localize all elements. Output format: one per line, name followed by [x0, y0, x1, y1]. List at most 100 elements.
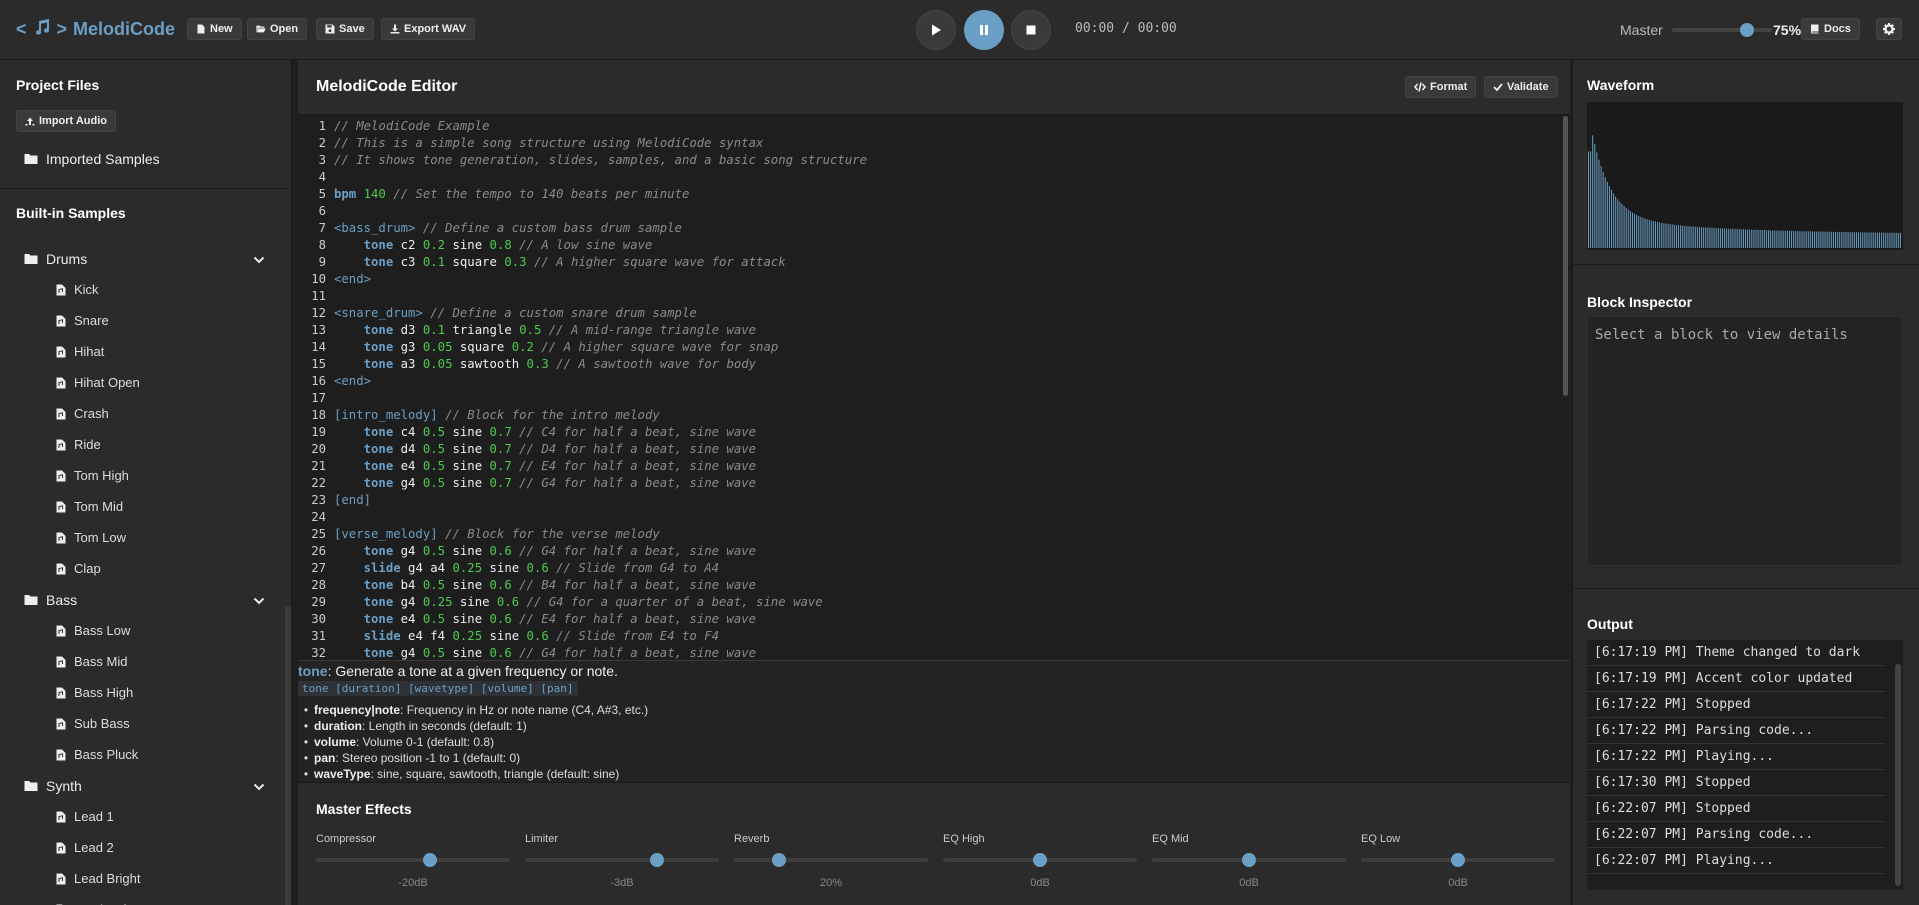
sample-item[interactable]: Ride [56, 437, 101, 452]
effect-slider-handle[interactable] [1033, 853, 1047, 867]
code-line[interactable]: tone e4 0.5 sine 0.7 // E4 for half a be… [334, 458, 756, 475]
code-line[interactable]: tone d3 0.1 triangle 0.5 // A mid-range … [334, 322, 756, 339]
sample-item[interactable]: Snare [56, 313, 109, 328]
validate-button[interactable]: Validate [1484, 76, 1558, 98]
save-button[interactable]: Save [316, 18, 374, 40]
code-line[interactable]: tone g3 0.05 square 0.2 // A higher squa… [334, 339, 779, 356]
code-line[interactable]: [verse_melody] // Block for the verse me… [334, 526, 660, 543]
sample-group-bass[interactable]: Bass [24, 592, 77, 608]
code-line[interactable]: // MelodiCode Example [334, 118, 489, 135]
effect-slider-handle[interactable] [1242, 853, 1256, 867]
code-editor[interactable]: 1 // MelodiCode Example 2 // This is a simp… [298, 118, 1570, 718]
line-number: 21 [311, 459, 326, 473]
sample-item[interactable]: Tom High [56, 468, 129, 483]
waveform-bar [1623, 206, 1625, 248]
code-line[interactable]: tone a3 0.05 sawtooth 0.3 // A sawtooth … [334, 356, 756, 373]
help-param-item: frequency|note: Frequency in Hz or note … [298, 703, 648, 719]
sample-item[interactable]: Bass Mid [56, 654, 127, 669]
effect-slider[interactable] [1152, 853, 1346, 867]
audio-file-icon [56, 532, 66, 543]
master-volume-handle[interactable] [1740, 23, 1754, 37]
line-number: 25 [311, 527, 326, 541]
log-entry: [6:17:19 PM] Accent color updated [1587, 666, 1885, 692]
effect-slider-handle[interactable] [1451, 853, 1465, 867]
editor-scrollbar[interactable] [1563, 116, 1568, 396]
docs-button[interactable]: Docs [1801, 18, 1860, 40]
code-line[interactable]: tone c2 0.2 sine 0.8 // A low sine wave [334, 237, 653, 254]
pause-button[interactable] [964, 10, 1004, 50]
code-line[interactable]: slide g4 a4 0.25 sine 0.6 // Slide from … [334, 560, 719, 577]
sample-item[interactable]: Hihat Open [56, 375, 140, 390]
sample-item[interactable]: Bass High [56, 685, 133, 700]
export-wav-button[interactable]: Export WAV [381, 18, 476, 40]
code-line[interactable]: <end> [334, 271, 371, 288]
code-line[interactable]: // This is a simple song structure using… [334, 135, 763, 152]
effect-slider-handle[interactable] [771, 853, 786, 867]
code-line[interactable]: tone c4 0.5 sine 0.7 // C4 for half a be… [334, 424, 756, 441]
code-line[interactable]: <end> [334, 373, 371, 390]
sample-item[interactable]: Clap [56, 561, 101, 576]
new-button-label: New [210, 23, 233, 35]
chevron-down-icon[interactable] [252, 253, 266, 267]
effect-slider-handle[interactable] [649, 853, 664, 867]
master-volume-slider[interactable] [1672, 23, 1772, 37]
output-scrollbar[interactable] [1895, 664, 1901, 886]
open-button[interactable]: Open [247, 18, 308, 40]
code-line[interactable]: tone e4 0.5 sine 0.6 // E4 for half a be… [334, 611, 756, 628]
format-button[interactable]: Format [1405, 76, 1477, 98]
effect-slider[interactable] [734, 853, 928, 867]
chevron-down-icon[interactable] [252, 594, 266, 608]
code-line[interactable]: tone g4 0.5 sine 0.6 // G4 for half a be… [334, 543, 756, 560]
waveform-bar [1719, 228, 1721, 248]
waveform-bar [1809, 231, 1811, 248]
line-number: 2 [318, 136, 326, 150]
effect-slider[interactable] [316, 853, 510, 867]
effect-slider[interactable] [525, 853, 719, 867]
help-param-name: volume [314, 735, 357, 749]
code-line[interactable]: tone g4 0.5 sine 0.7 // G4 for half a be… [334, 475, 756, 492]
code-line[interactable]: // It shows tone generation, slides, sam… [334, 152, 867, 169]
waveform-bar [1858, 232, 1860, 248]
sample-item[interactable]: Tom Mid [56, 499, 123, 514]
line-number: 4 [318, 170, 326, 184]
effect-slider-handle[interactable] [423, 853, 438, 867]
waveform-bar [1675, 225, 1677, 248]
play-button[interactable] [916, 10, 956, 50]
effect-slider[interactable] [943, 853, 1137, 867]
waveform-bar [1680, 225, 1682, 248]
waveform-bar [1667, 223, 1669, 248]
new-button[interactable]: New [187, 18, 242, 40]
waveform-bar [1772, 230, 1774, 248]
code-line[interactable]: [intro_melody] // Block for the intro me… [334, 407, 660, 424]
sample-item[interactable]: Bass Low [56, 623, 130, 638]
imported-samples-folder[interactable]: Imported Samples [24, 151, 160, 167]
code-line[interactable]: <snare_drum> // Define a custom snare dr… [334, 305, 697, 322]
sample-item[interactable]: Kick [56, 282, 99, 297]
sample-item[interactable]: Lead 1 [56, 809, 114, 824]
sample-item[interactable]: Tom Low [56, 530, 126, 545]
code-line[interactable]: tone g4 0.25 sine 0.6 // G4 for a quarte… [334, 594, 823, 611]
sidebar-scrollbar[interactable] [285, 606, 291, 905]
sample-item[interactable]: Hihat [56, 344, 104, 359]
code-line[interactable]: <bass_drum> // Define a custom bass drum… [334, 220, 682, 237]
code-line[interactable]: [end] [334, 492, 371, 509]
effect-slider[interactable] [1361, 853, 1555, 867]
sample-group-drums[interactable]: Drums [24, 251, 87, 267]
stop-button[interactable] [1011, 10, 1051, 50]
chevron-down-icon[interactable] [252, 780, 266, 794]
code-line[interactable]: bpm 140 // Set the tempo to 140 beats pe… [334, 186, 689, 203]
code-line[interactable]: tone c3 0.1 square 0.3 // A higher squar… [334, 254, 786, 271]
sample-group-synth[interactable]: Synth [24, 778, 82, 794]
waveform-bar [1696, 226, 1698, 248]
settings-button[interactable] [1876, 18, 1902, 40]
app-brand[interactable]: < > MelodiCode [16, 18, 175, 41]
sample-item[interactable]: Lead 2 [56, 840, 114, 855]
sample-item[interactable]: Sub Bass [56, 716, 130, 731]
sample-item[interactable]: Bass Pluck [56, 747, 138, 762]
sample-item[interactable]: Lead Bright [56, 871, 141, 886]
code-line[interactable]: slide e4 f4 0.25 sine 0.6 // Slide from … [334, 628, 719, 645]
code-line[interactable]: tone d4 0.5 sine 0.7 // D4 for half a be… [334, 441, 756, 458]
import-audio-button[interactable]: Import Audio [16, 110, 117, 132]
code-line[interactable]: tone b4 0.5 sine 0.6 // B4 for half a be… [334, 577, 756, 594]
sample-item[interactable]: Crash [56, 406, 109, 421]
